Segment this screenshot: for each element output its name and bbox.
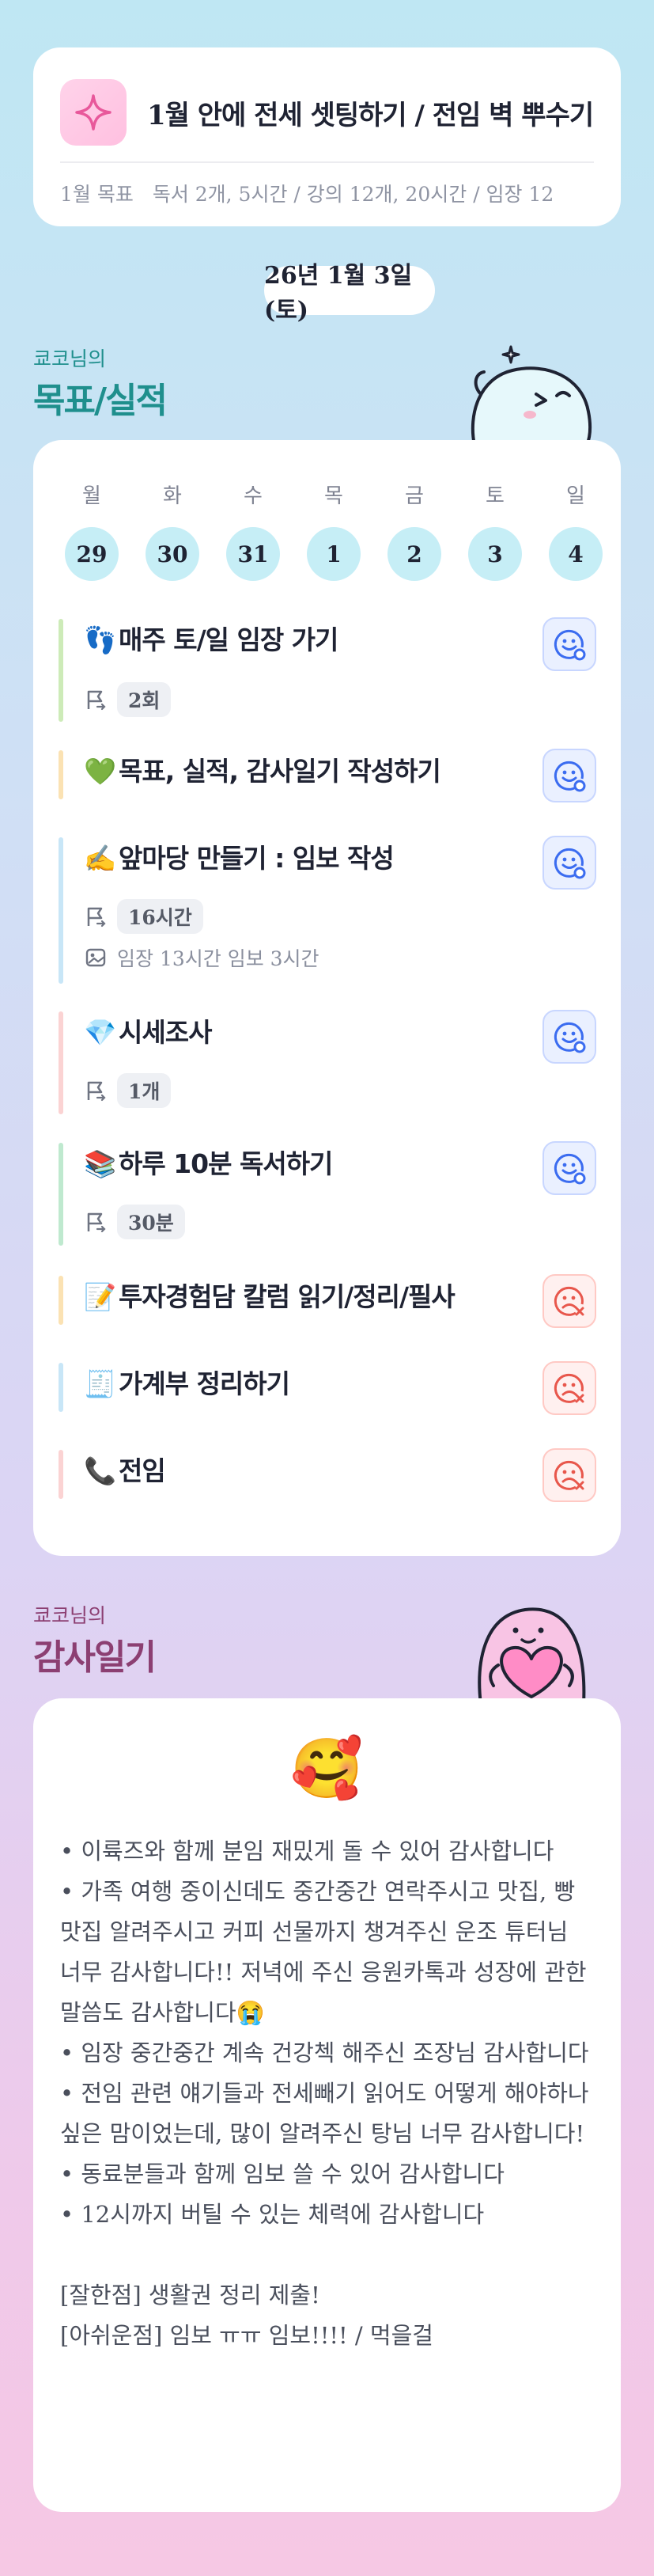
good-point: [잘한점] 생활권 정리 제출! (60, 2282, 320, 2309)
day-button[interactable]: 31 (226, 527, 280, 581)
gratitude-item: • 12시까지 버틸 수 있는 체력에 감사합니다 (60, 2201, 485, 2228)
weekday-label: 토 (486, 484, 505, 508)
task-title: 📝 투자경험담 칼럼 읽기/정리/필사 (84, 1281, 456, 1312)
task-chip: 2회 (117, 682, 172, 717)
weekday-label: 목 (324, 484, 343, 508)
regret-point: [아쉬운점] 임보 ㅠㅠ 임보!!!! / 먹을걸 (60, 2322, 433, 2349)
smile-check-icon[interactable] (542, 749, 596, 802)
smile-check-icon[interactable] (542, 617, 596, 671)
weekday-label: 금 (405, 484, 424, 508)
task-color-bar (59, 1363, 63, 1412)
task-color-bar (59, 837, 63, 984)
goals-section-title: 목표/실적 (33, 381, 168, 421)
task-color-bar (59, 1276, 63, 1325)
weekday-label: 화 (163, 484, 182, 508)
task-result-row: 1개 (84, 1073, 172, 1108)
gratitude-section-title: 감사일기 (33, 1637, 157, 1678)
goals-owner: 쿄코님의 (33, 347, 107, 370)
smile-check-icon[interactable] (542, 1141, 596, 1195)
gratitude-item: • 가족 여행 중이신데도 중간중간 연락주시고 맛집, 빵맛집 알려주시고 커… (60, 1878, 587, 2026)
goal-summary-row: 1월 목표 독서 2개, 5시간 / 강의 12개, 20시간 / 임장 12 (60, 179, 554, 207)
gratitude-emoji: 🥰 (290, 1735, 364, 1803)
day-button[interactable]: 3 (468, 527, 522, 581)
goal-summary: 독서 2개, 5시간 / 강의 12개, 20시간 / 임장 12 (152, 183, 554, 206)
task-title: 📞 전임 (84, 1455, 166, 1486)
task-title: 📚 하루 10분 독서하기 (84, 1148, 333, 1179)
task-note-row: 임장 13시간 임보 3시간 (84, 943, 319, 972)
smile-check-icon[interactable] (542, 1010, 596, 1064)
task-title: ✍️ 앞마당 만들기 : 임보 작성 (84, 843, 395, 874)
date-pill: 26년 1월 3일(토) (264, 262, 435, 324)
gratitude-item: • 임장 중간중간 계속 건강첵 해주신 조장님 감사합니다 (60, 2039, 589, 2066)
day-button[interactable]: 29 (65, 527, 119, 581)
flag-icon (87, 690, 106, 711)
day-button[interactable]: 2 (387, 527, 441, 581)
heart-mascot-character (463, 1592, 598, 1706)
task-color-bar (59, 1011, 63, 1114)
goal-title: 1월 안에 전세 셋팅하기 / 전임 벽 뿌수기 (147, 100, 594, 131)
weekday-label: 일 (566, 484, 585, 508)
monthly-goal-card: 1월 안에 전세 셋팅하기 / 전임 벽 뿌수기 1월 목표 독서 2개, 5시… (33, 47, 621, 226)
task-color-bar (59, 1450, 63, 1499)
sparkle-icon (60, 79, 127, 146)
day-button[interactable]: 4 (549, 527, 603, 581)
goals-card: 월 화 수 목 금 토 일 29 30 31 1 2 3 4 👣 매주 토/일 임… (33, 440, 621, 1556)
task-title: 💎 시세조사 (84, 1017, 212, 1048)
flag-icon (87, 1212, 106, 1233)
task-chip: 1개 (117, 1073, 172, 1108)
task-title: 🧾 가계부 정리하기 (84, 1368, 290, 1399)
gratitude-text: • 이륙즈와 함께 분임 재밌게 돌 수 있어 감사합니다 • 가족 여행 중이… (60, 1831, 595, 2356)
sad-x-icon[interactable] (542, 1361, 596, 1415)
task-result-row: 2회 (84, 682, 172, 717)
task-title: 👣 매주 토/일 임장 가기 (84, 624, 338, 655)
task-color-bar (59, 750, 63, 799)
task-color-bar (59, 619, 63, 722)
image-icon (85, 948, 106, 967)
task-result-row: 16시간 (84, 899, 203, 934)
gratitude-item: • 동료분들과 함께 임보 쓸 수 있어 감사합니다 (60, 2161, 505, 2187)
task-chip: 16시간 (117, 899, 203, 934)
task-color-bar (59, 1143, 63, 1246)
gratitude-item: • 전임 관련 얘기들과 전세빼기 읽어도 어떻게 해야하나 싶은 맘이었는데,… (60, 2080, 589, 2147)
task-note: 임장 13시간 임보 3시간 (117, 947, 319, 970)
weekday-label: 월 (82, 484, 101, 508)
sad-x-icon[interactable] (542, 1274, 596, 1328)
gratitude-item: • 이륙즈와 함께 분임 재밌게 돌 수 있어 감사합니다 (60, 1838, 554, 1865)
sad-x-icon[interactable] (542, 1448, 596, 1502)
mascot-character (463, 339, 598, 447)
smile-check-icon[interactable] (542, 836, 596, 890)
goal-label: 1월 목표 (60, 183, 134, 206)
day-button[interactable]: 1 (307, 527, 361, 581)
flag-icon (87, 907, 106, 928)
gratitude-card: 🥰 • 이륙즈와 함께 분임 재밌게 돌 수 있어 감사합니다 • 가족 여행 … (33, 1698, 621, 2512)
weekday-label: 수 (244, 484, 263, 508)
gratitude-owner: 쿄코님의 (33, 1604, 107, 1627)
task-title: 💚 목표, 실적, 감사일기 작성하기 (84, 756, 441, 787)
divider (60, 161, 594, 163)
day-button[interactable]: 30 (146, 527, 199, 581)
flag-icon (87, 1081, 106, 1102)
task-chip: 30분 (117, 1205, 185, 1239)
task-result-row: 30분 (84, 1205, 185, 1239)
